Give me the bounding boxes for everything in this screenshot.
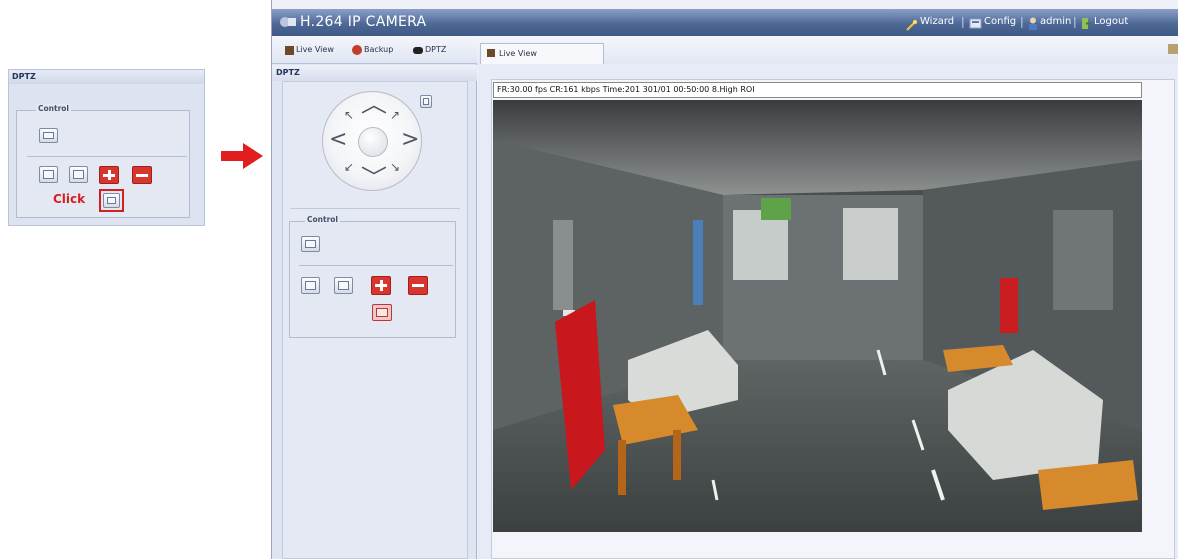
lobby-scene-image (493, 100, 1142, 532)
corner-icon (1168, 44, 1178, 54)
stream-status-line: FR:30.00 fps CR:161 kbps Time:201 301/01… (493, 82, 1142, 98)
separator: | (1073, 15, 1077, 28)
inset-plus-button[interactable] (99, 166, 119, 184)
live-view-icon (487, 49, 495, 57)
dptz-panel-title: DPTZ (272, 65, 477, 81)
nav-tab-live-view[interactable]: Live View (296, 45, 334, 54)
admin-link[interactable]: admin (1040, 16, 1071, 27)
inset-panel-title: DPTZ (9, 70, 204, 84)
dptz-zoom-inset: DPTZ Control Click (8, 69, 205, 226)
fit-view-button[interactable] (334, 277, 353, 294)
config-link[interactable]: Config (984, 16, 1016, 27)
click-label: Click (53, 192, 86, 206)
logout-link[interactable]: Logout (1094, 16, 1128, 27)
record-button[interactable] (301, 236, 320, 252)
zoom-minus-button[interactable] (408, 276, 428, 295)
ptz-center-button[interactable] (358, 127, 388, 157)
pan-left-arrow-icon[interactable]: < (329, 129, 347, 151)
pan-up-right-arrow-icon[interactable]: ↗ (390, 109, 400, 121)
dptz-icon (413, 47, 423, 54)
wand-icon (906, 16, 918, 31)
divider (290, 208, 460, 209)
inset-fit-button[interactable] (69, 166, 88, 183)
pan-up-arrow-icon[interactable]: ︿ (361, 95, 387, 117)
control-divider (299, 265, 453, 266)
pan-down-arrow-icon[interactable]: ﹀ (361, 168, 387, 190)
pan-up-left-arrow-icon[interactable]: ↖ (344, 109, 354, 121)
zoom-out-button[interactable] (301, 277, 320, 294)
inset-minus-button[interactable] (132, 166, 152, 184)
roi-button[interactable] (372, 304, 392, 321)
red-right-arrow-icon (221, 143, 263, 169)
pan-down-right-arrow-icon[interactable]: ↘ (390, 161, 400, 173)
pad-settings-button[interactable] (420, 95, 432, 108)
control-label: Control (305, 215, 341, 224)
inset-zoom-out-button[interactable] (39, 166, 58, 183)
camera-web-app: H.264 IP CAMERA Wizard | Config | admin … (271, 0, 1178, 559)
left-panel: Live View Backup DPTZ DPTZ ︿ ﹀ < > ↖ ↗ ↙… (272, 36, 477, 559)
camera-video-feed[interactable] (493, 100, 1142, 532)
main-area: Live View FR:30.00 fps CR:161 kbps Time:… (478, 36, 1178, 559)
wizard-link[interactable]: Wizard (920, 16, 954, 27)
inset-divider (27, 156, 187, 157)
nav-tab-backup[interactable]: Backup (364, 45, 393, 54)
pan-down-left-arrow-icon[interactable]: ↙ (344, 161, 354, 173)
tab-live-view[interactable]: Live View (480, 43, 604, 64)
app-title: H.264 IP CAMERA (300, 14, 427, 30)
logout-icon (1081, 15, 1093, 29)
ptz-direction-pad[interactable]: ︿ ﹀ < > ↖ ↗ ↙ ↘ (322, 91, 422, 191)
nav-tab-dptz[interactable]: DPTZ (425, 45, 446, 54)
user-icon (1028, 15, 1040, 30)
separator: | (961, 15, 965, 28)
backup-icon (352, 45, 362, 55)
pan-right-arrow-icon[interactable]: > (401, 129, 419, 151)
config-icon (969, 15, 982, 29)
inset-roi-button[interactable] (103, 193, 120, 208)
zoom-in-plus-button[interactable] (371, 276, 391, 295)
inset-record-button[interactable] (39, 128, 58, 143)
separator: | (1020, 15, 1024, 28)
camera-logo-icon (280, 17, 296, 27)
inset-control-label: Control (36, 104, 72, 113)
tab-live-view-label: Live View (499, 49, 537, 58)
live-view-icon (285, 46, 294, 55)
